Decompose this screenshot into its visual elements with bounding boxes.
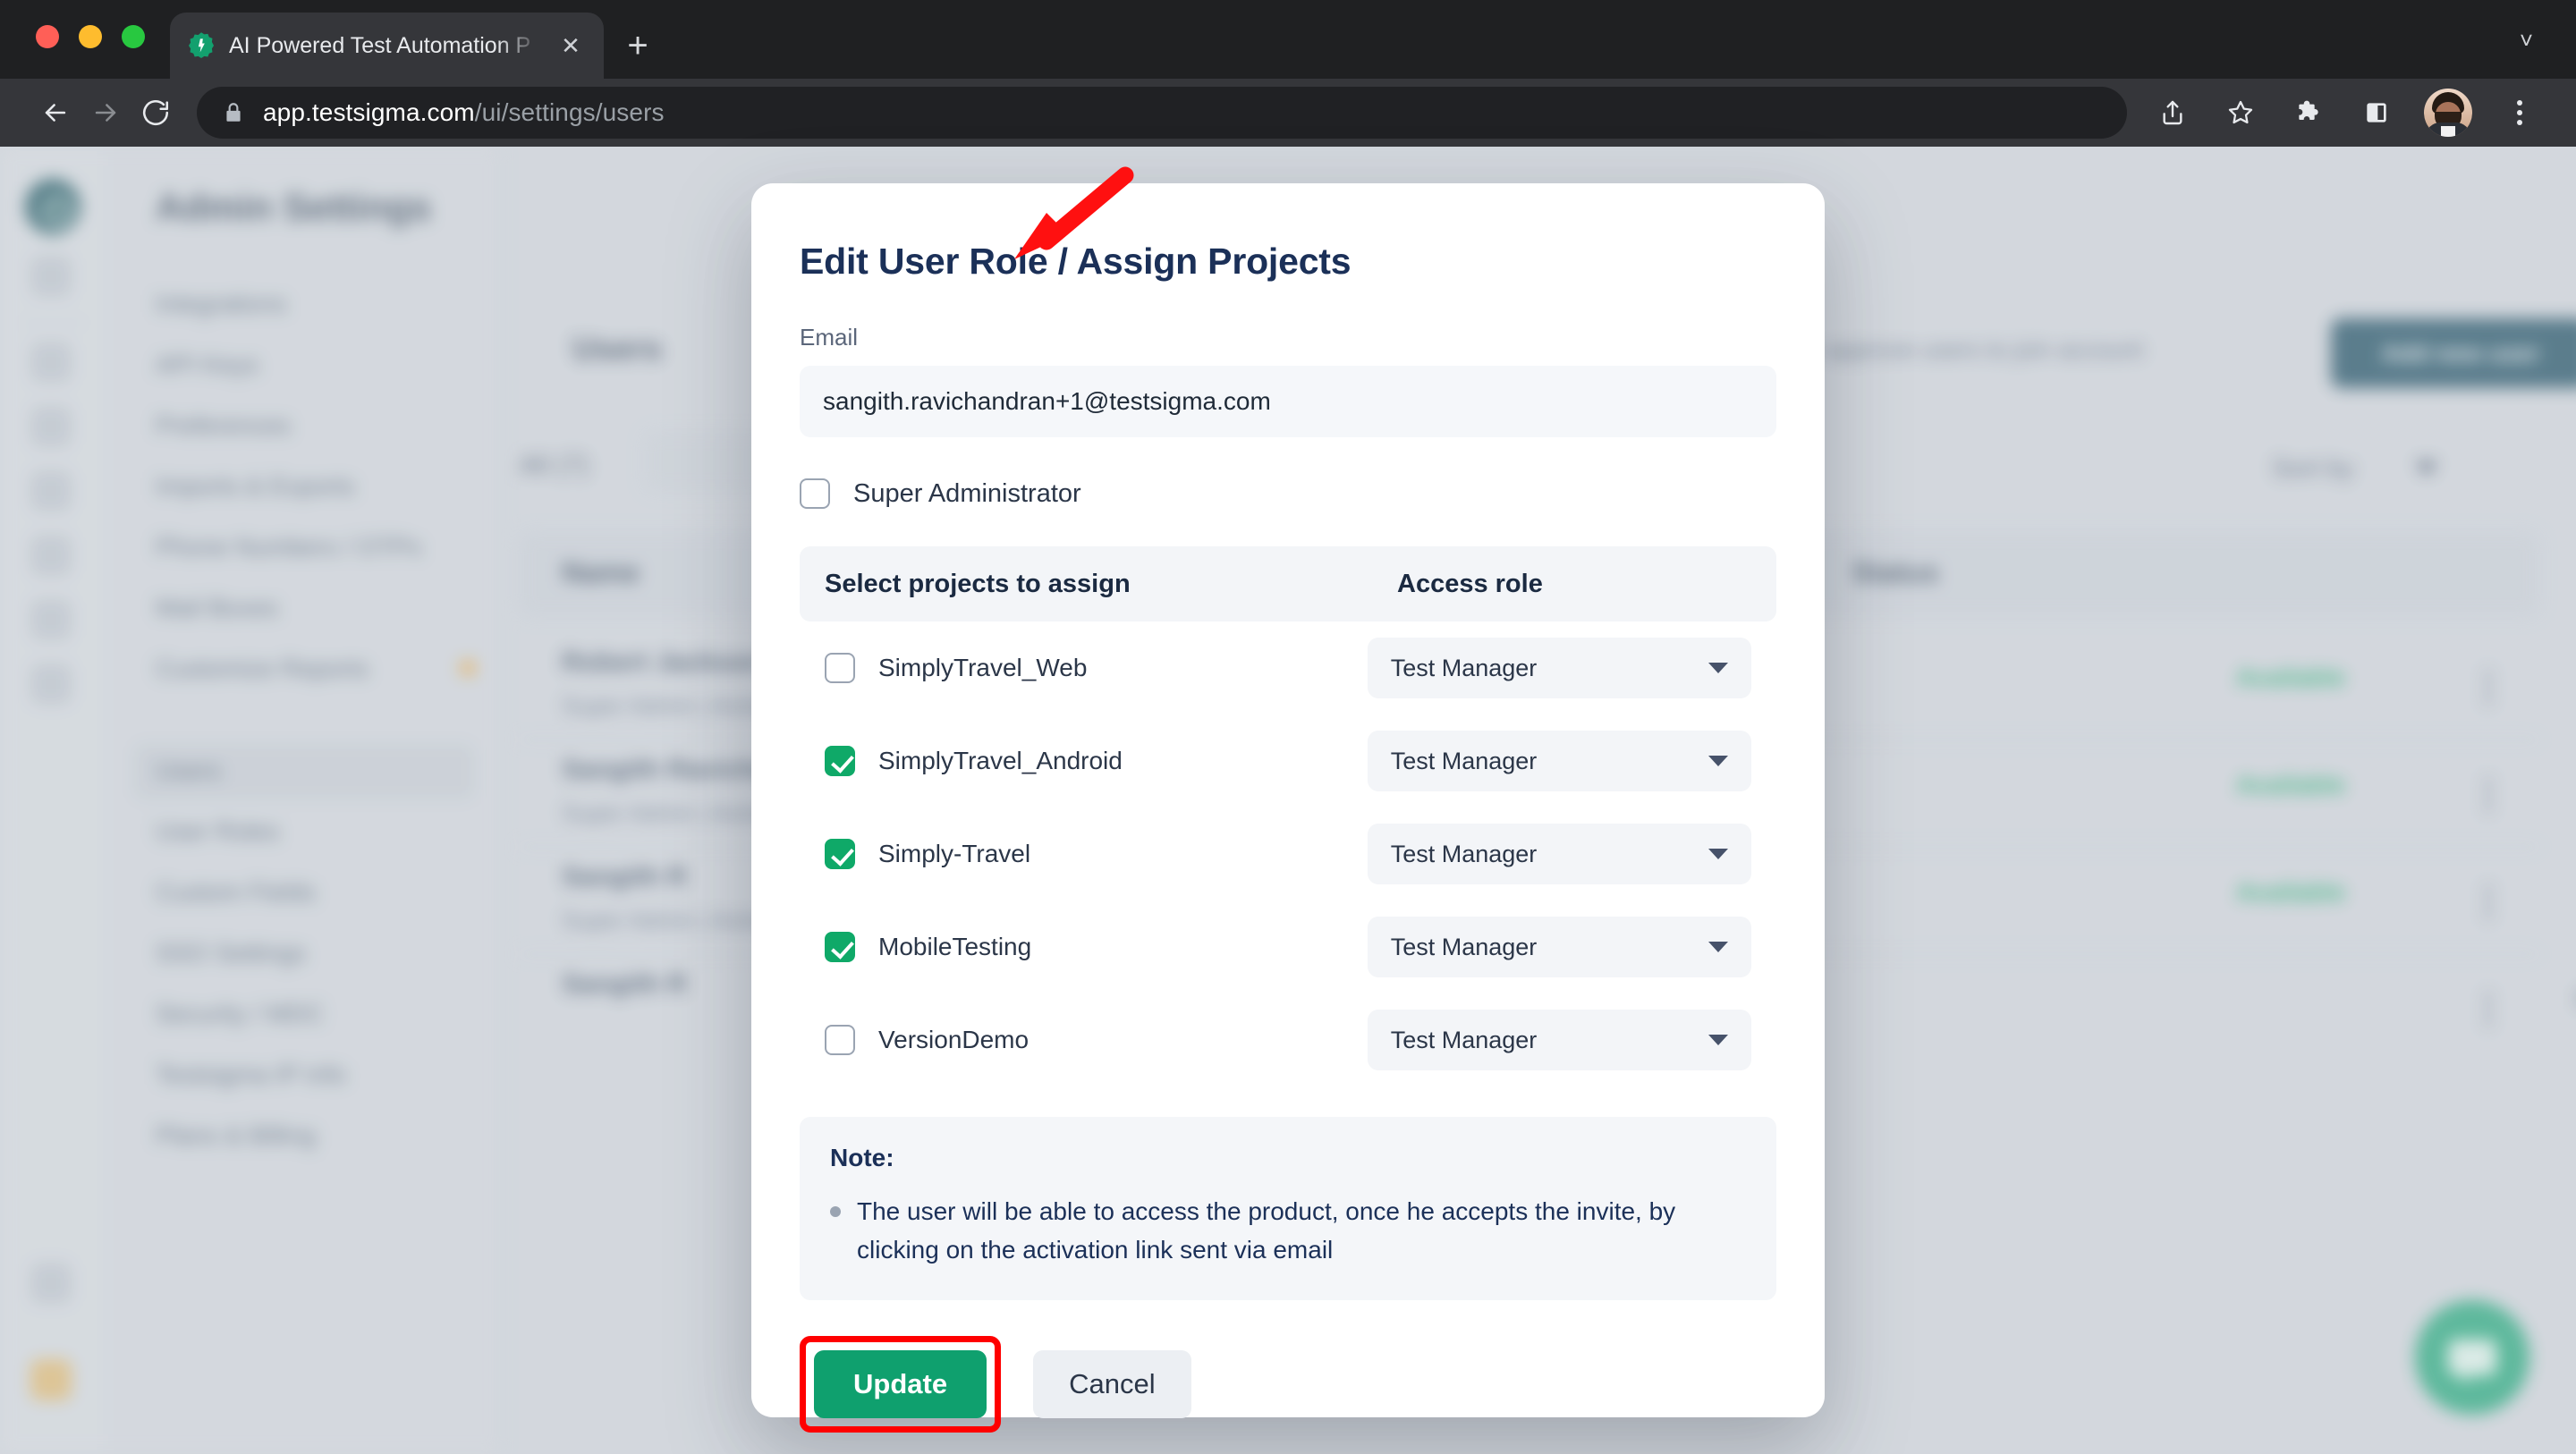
update-button-highlight: Update [800, 1335, 1002, 1433]
access-role-value: Test Manager [1390, 1026, 1538, 1053]
tab-strip: AI Powered Test Automation P ✕ + ˅ [0, 0, 2576, 79]
super-administrator-row[interactable]: Super Administrator [800, 478, 1776, 509]
access-role-select[interactable]: Test Manager [1367, 1010, 1751, 1070]
column-header-access-role: Access role [1397, 569, 1543, 598]
note-text: The user will be able to access the prod… [857, 1197, 1676, 1264]
modal-actions: Update Cancel [800, 1335, 1776, 1433]
profile-avatar[interactable] [2424, 89, 2472, 137]
chevron-down-icon [1708, 756, 1728, 766]
access-role-select[interactable]: Test Manager [1367, 917, 1751, 977]
bullet-icon [830, 1206, 841, 1217]
chevron-down-icon [1708, 942, 1728, 952]
email-label: Email [800, 324, 859, 351]
chevron-down-icon[interactable]: ˅ [2520, 27, 2533, 55]
super-administrator-label: Super Administrator [853, 478, 1081, 508]
modal-title: Edit User Role / Assign Projects [800, 241, 1352, 282]
lock-icon [222, 101, 245, 124]
project-checkbox[interactable] [825, 1025, 855, 1055]
side-panel-icon[interactable] [2356, 92, 2397, 133]
chevron-down-icon [1708, 849, 1728, 859]
project-name: SimplyTravel_Web [878, 654, 1088, 681]
project-row[interactable]: MobileTesting Test Manager [800, 900, 1776, 993]
email-field[interactable]: sangith.ravichandran+1@testsigma.com [800, 366, 1776, 437]
project-row[interactable]: Simply-Travel Test Manager [800, 807, 1776, 900]
close-icon[interactable]: ✕ [554, 29, 588, 63]
minimize-window-button[interactable] [79, 25, 102, 48]
window-traffic-lights [36, 25, 145, 48]
browser-tab-title: AI Powered Test Automation P [229, 32, 531, 58]
project-checkbox[interactable] [825, 653, 855, 683]
url-path: /ui/settings/users [474, 98, 665, 126]
project-row[interactable]: SimplyTravel_Web Test Manager [800, 621, 1776, 714]
project-name: VersionDemo [878, 1026, 1030, 1053]
projects-table-header: Select projects to assign Access role [800, 546, 1776, 621]
maximize-window-button[interactable] [122, 25, 145, 48]
extensions-puzzle-icon[interactable] [2288, 92, 2329, 133]
column-header-select-projects: Select projects to assign [825, 569, 1131, 598]
browser-toolbar: app.testsigma.com/ui/settings/users [0, 79, 2576, 147]
project-checkbox[interactable] [825, 839, 855, 869]
toolbar-icon-group [2152, 89, 2546, 137]
cancel-button[interactable]: Cancel [1033, 1349, 1191, 1418]
new-tab-button[interactable]: + [617, 25, 658, 66]
note-title: Note: [830, 1144, 894, 1171]
url-host: app.testsigma.com [263, 98, 475, 126]
edit-user-role-modal: Edit User Role / Assign Projects Email s… [751, 183, 1825, 1433]
browser-tab[interactable]: AI Powered Test Automation P ✕ [170, 13, 604, 79]
access-role-select[interactable]: Test Manager [1367, 824, 1751, 884]
project-row[interactable]: VersionDemo Test Manager [800, 993, 1776, 1086]
access-role-select[interactable]: Test Manager [1367, 731, 1751, 791]
arrow-right-icon[interactable] [80, 88, 131, 138]
star-icon[interactable] [2220, 92, 2261, 133]
access-role-select[interactable]: Test Manager [1367, 638, 1751, 698]
browser-window: AI Powered Test Automation P ✕ + ˅ app.t… [0, 0, 2576, 1454]
project-checkbox[interactable] [825, 746, 855, 776]
project-row[interactable]: SimplyTravel_Android Test Manager [800, 714, 1776, 807]
project-name: MobileTesting [878, 933, 1032, 960]
three-dot-menu-icon[interactable] [2499, 92, 2540, 133]
access-role-value: Test Manager [1390, 654, 1538, 681]
share-icon[interactable] [2152, 92, 2193, 133]
super-administrator-checkbox[interactable] [800, 478, 830, 509]
chevron-down-icon [1708, 1035, 1728, 1045]
access-role-value: Test Manager [1390, 747, 1538, 774]
chevron-down-icon [1708, 663, 1728, 673]
address-bar[interactable]: app.testsigma.com/ui/settings/users [197, 87, 2127, 139]
access-role-value: Test Manager [1390, 840, 1538, 867]
url-text: app.testsigma.com/ui/settings/users [263, 98, 665, 127]
access-role-value: Test Manager [1390, 933, 1538, 960]
project-name: Simply-Travel [878, 840, 1031, 867]
testsigma-logo-icon [186, 30, 216, 61]
arrow-left-icon[interactable] [30, 88, 80, 138]
project-name: SimplyTravel_Android [878, 747, 1123, 774]
note-panel: Note: The user will be able to access th… [800, 1117, 1776, 1300]
project-checkbox[interactable] [825, 932, 855, 962]
update-button[interactable]: Update [814, 1349, 987, 1418]
close-window-button[interactable] [36, 25, 59, 48]
reload-icon[interactable] [131, 88, 181, 138]
